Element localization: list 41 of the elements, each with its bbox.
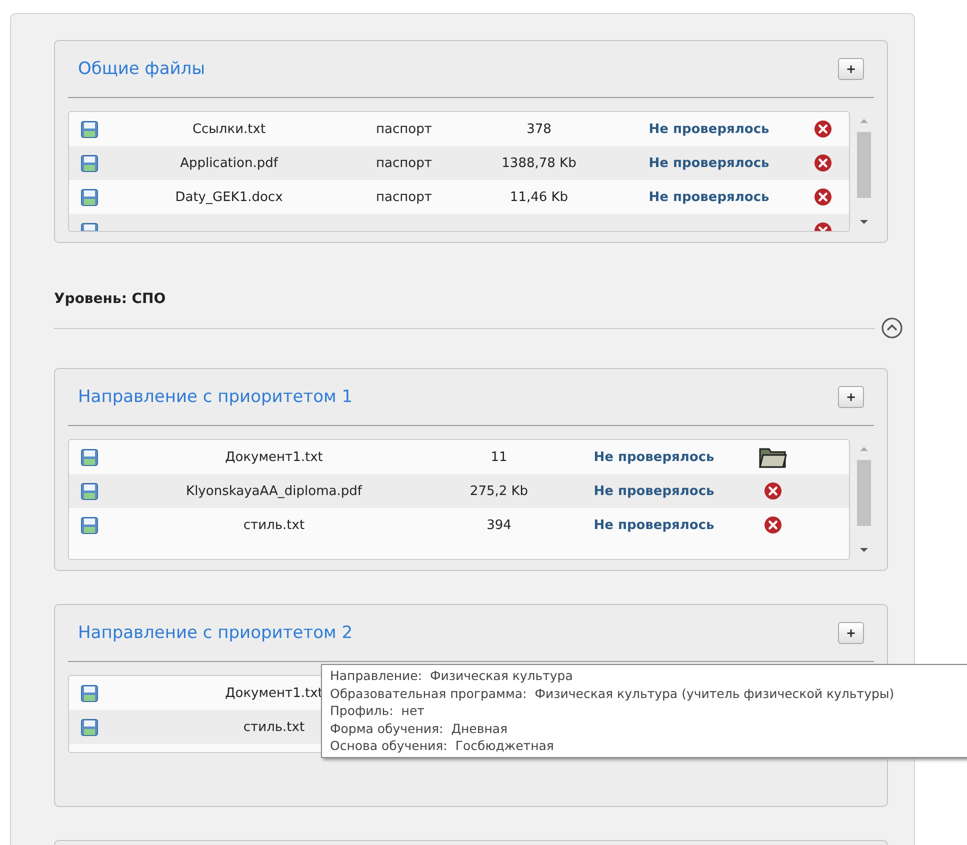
- file-size: 394: [486, 518, 512, 532]
- file-name: Ссылки.txt: [192, 122, 266, 136]
- file-name: Документ1.txt: [225, 450, 323, 464]
- add-button[interactable]: +: [838, 58, 864, 80]
- document-type: паспорт: [376, 156, 432, 170]
- add-button[interactable]: +: [838, 386, 864, 408]
- check-status: Не проверялось: [648, 122, 770, 136]
- tooltip-line: Форма обучения: Дневная: [330, 720, 509, 737]
- file-name: Документ1.txt: [225, 686, 323, 700]
- check-status: Не проверялось: [594, 518, 714, 532]
- file-name: стиль.txt: [243, 518, 305, 532]
- document-type: паспорт: [376, 190, 432, 204]
- file-size: 11,46 Kb: [510, 190, 568, 204]
- tooltip-line: Образовательная программа: Физическая культура (учитель физической культуры): [330, 684, 896, 702]
- file-size: 275,2 Kb: [470, 484, 528, 498]
- file-name: стиль.txt: [243, 720, 305, 734]
- file-name: KlyonskayaAA_diploma.pdf: [186, 484, 362, 498]
- delete-icon[interactable]: [814, 188, 832, 206]
- file-size: 1388,78 Kb: [502, 156, 576, 170]
- check-status: Не проверялось: [594, 484, 714, 498]
- file-size: 378: [526, 122, 552, 136]
- file-size: 11: [490, 450, 508, 464]
- delete-icon[interactable]: [764, 482, 782, 500]
- panel-title: Общие файлы: [78, 59, 206, 79]
- file-name: Application.pdf: [180, 156, 278, 170]
- check-status: Не проверялось: [594, 450, 714, 464]
- check-status: Не проверялось: [648, 156, 770, 170]
- check-status: Не проверялось: [648, 190, 770, 204]
- tooltip-line: Профиль: нет: [330, 702, 426, 720]
- tooltip-line: Направление: Физическая культура: [330, 667, 574, 684]
- panel-title: Направление с приоритетом 1: [78, 387, 353, 407]
- delete-icon[interactable]: [814, 120, 832, 138]
- panel-title: Направление с приоритетом 2: [78, 623, 353, 643]
- document-type: паспорт: [376, 122, 432, 136]
- delete-icon[interactable]: [764, 516, 782, 534]
- add-button[interactable]: +: [838, 622, 864, 644]
- delete-icon[interactable]: [814, 154, 832, 172]
- level-heading: Уровень: СПО: [54, 291, 167, 309]
- tooltip-line: Основа обучения: Госбюджетная: [330, 737, 555, 754]
- collapse-icon[interactable]: [881, 317, 903, 339]
- file-name: Daty_GEK1.docx: [175, 190, 283, 204]
